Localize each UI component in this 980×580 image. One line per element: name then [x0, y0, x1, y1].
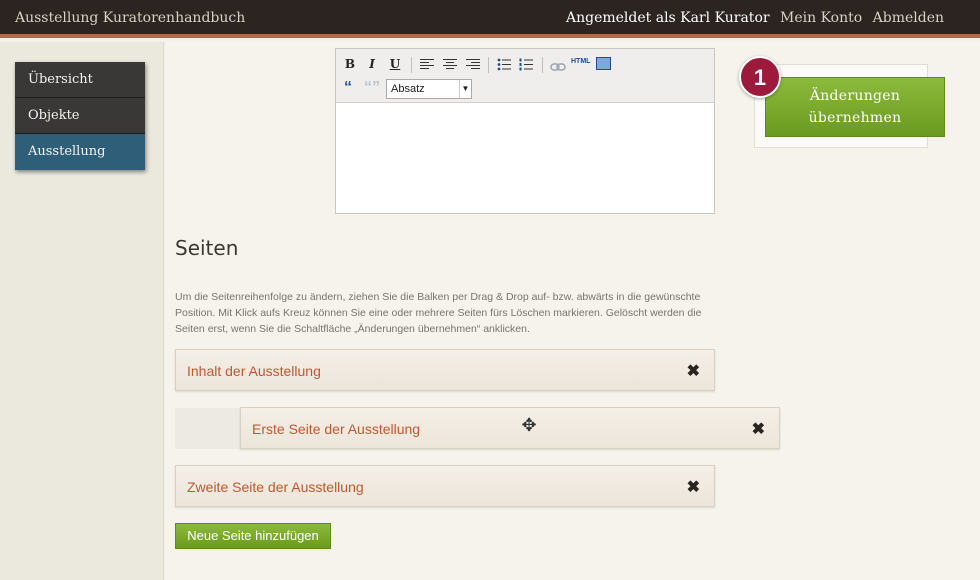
sidebar-item-objects[interactable]: Objekte [15, 98, 145, 134]
step-badge: 1 [739, 56, 781, 98]
toolbar-separator [488, 57, 489, 73]
format-select[interactable]: Absatz ▼ [386, 79, 472, 99]
page-bar[interactable]: Inhalt der Ausstellung ✖ [175, 349, 715, 391]
toolbar-separator [411, 57, 412, 73]
user-label: Angemeldet als Karl Kurator [565, 10, 770, 26]
format-select-value: Absatz [391, 83, 425, 95]
page-bar-dragging[interactable]: Erste Seite der Ausstellung ✖ [240, 407, 780, 449]
bold-button[interactable]: B [341, 55, 359, 73]
fullscreen-icon[interactable] [596, 57, 611, 70]
page-bar-label: Erste Seite der Ausstellung [252, 421, 421, 437]
numbered-list-icon[interactable] [519, 58, 535, 72]
align-left-icon[interactable] [420, 59, 434, 70]
html-source-button[interactable]: HTML [571, 58, 590, 65]
logout-link[interactable]: Abmelden [873, 10, 944, 26]
blockquote-icon[interactable]: “ [344, 80, 352, 96]
sidebar-nav: Übersicht Objekte Ausstellung [15, 62, 145, 170]
app-title: Ausstellung Kuratorenhandbuch [15, 10, 246, 26]
underline-button[interactable]: U [386, 55, 404, 73]
bullet-list-icon[interactable] [497, 58, 513, 72]
editor-toolbar: B I U HTML “ “” Absatz ▼ [336, 49, 714, 103]
add-page-button[interactable]: Neue Seite hinzufügen [175, 523, 331, 549]
drop-placeholder [175, 408, 245, 449]
page-bar-label: Zweite Seite der Ausstellung [187, 479, 364, 495]
apply-changes-button[interactable]: Änderungen übernehmen [765, 77, 945, 137]
remove-page-icon[interactable]: ✖ [752, 419, 765, 439]
remove-page-icon[interactable]: ✖ [687, 361, 700, 381]
pages-section-title: Seiten [175, 236, 239, 260]
pages-help-text: Um die Seitenreihenfolge zu ändern, zieh… [175, 291, 702, 335]
my-account-link[interactable]: Mein Konto [780, 10, 862, 26]
top-bar: Ausstellung Kuratorenhandbuch Angemeldet… [0, 0, 980, 38]
unquote-icon[interactable]: “” [364, 80, 380, 96]
link-icon[interactable] [550, 59, 566, 71]
chevron-down-icon: ▼ [459, 80, 471, 98]
top-nav: Angemeldet als Karl Kurator Mein Konto A… [560, 10, 944, 26]
rich-text-editor: B I U HTML “ “” Absatz ▼ [335, 48, 715, 214]
toolbar-separator [542, 57, 543, 73]
move-cursor-icon: ✥ [521, 415, 537, 435]
page-bar-label: Inhalt der Ausstellung [187, 363, 321, 379]
align-right-icon[interactable] [466, 59, 480, 70]
italic-button[interactable]: I [363, 55, 381, 73]
align-center-icon[interactable] [443, 59, 457, 70]
sidebar-item-overview[interactable]: Übersicht [15, 62, 145, 98]
sidebar-item-exhibition[interactable]: Ausstellung [15, 134, 145, 170]
page-bar[interactable]: Zweite Seite der Ausstellung ✖ [175, 465, 715, 507]
editor-content-area[interactable] [336, 103, 714, 213]
remove-page-icon[interactable]: ✖ [687, 477, 700, 497]
